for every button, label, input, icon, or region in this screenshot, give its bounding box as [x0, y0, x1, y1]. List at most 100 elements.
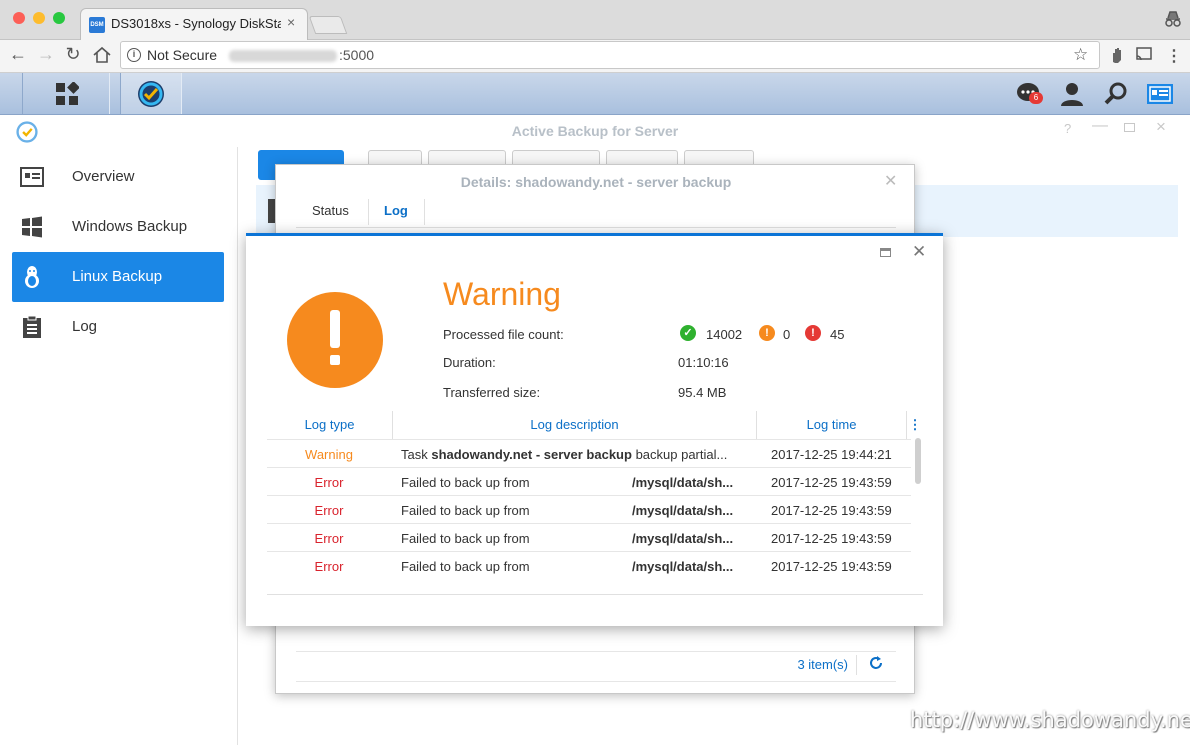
address-bar[interactable]: i Not Secure :5000 ☆: [120, 41, 1100, 69]
desc-task-name: shadowandy.net - server backup: [431, 447, 632, 462]
log-description: Task shadowandy.net - server backup back…: [401, 447, 755, 462]
success-count: 14002: [706, 327, 743, 342]
tab-log[interactable]: Log: [384, 203, 408, 218]
info-icon[interactable]: i: [127, 48, 141, 62]
details-close-icon[interactable]: ✕: [884, 171, 897, 191]
log-path: /mysql/data/sh...: [632, 475, 734, 490]
backup-result-popup: ✕ Warning Processed file count: Duration…: [246, 233, 943, 626]
app-title-bar: Active Backup for Server ? — ×: [0, 115, 1190, 147]
sidebar-item-overview[interactable]: Overview: [12, 152, 224, 202]
popup-close-icon[interactable]: ✕: [912, 242, 926, 262]
bookmark-star-icon[interactable]: ☆: [1073, 45, 1088, 65]
log-type: Warning: [305, 447, 353, 462]
dsm-favicon-icon: DSM: [89, 17, 105, 33]
bottom-divider: [296, 681, 896, 682]
column-header-log-description[interactable]: Log description: [393, 411, 757, 439]
maximize-popup-button[interactable]: [880, 248, 891, 257]
watermark: http://www.shadowandy.net: [910, 708, 1190, 732]
details-title: Details: shadowandy.net - server backup: [460, 174, 732, 190]
not-secure-label: Not Secure: [147, 47, 218, 63]
desc-prefix: Failed to back up from: [401, 559, 530, 574]
log-row[interactable]: Error Failed to back up from/mysql/data/s…: [267, 551, 911, 579]
error-count-icon: !: [805, 325, 821, 341]
log-time: 2017-12-25 19:43:59: [771, 503, 892, 518]
url-port: :5000: [339, 47, 375, 63]
sidebar: Overview Windows Backup Linux Backup Log: [0, 147, 238, 745]
app-title: Active Backup for Server: [511, 123, 679, 139]
minimize-window-button[interactable]: [33, 12, 45, 24]
tabs-underline: [296, 227, 896, 228]
log-type: Error: [314, 503, 344, 518]
log-time: 2017-12-25 19:43:59: [771, 559, 892, 574]
maximize-window-button[interactable]: [53, 12, 65, 24]
back-button[interactable]: ←: [6, 44, 30, 65]
main-menu-button[interactable]: [22, 73, 110, 114]
restore-app-button[interactable]: [1124, 123, 1135, 132]
log-row[interactable]: Error Failed to back up from/mysql/data/s…: [267, 523, 911, 551]
tab-status[interactable]: Status: [312, 203, 349, 218]
log-type: Error: [314, 559, 344, 574]
browser-tab-strip: DSM DS3018xs - Synology DiskStat ×: [0, 0, 1190, 40]
sidebar-item-linux-backup[interactable]: Linux Backup: [12, 252, 224, 302]
column-header-log-time[interactable]: Log time: [757, 411, 907, 439]
reload-button[interactable]: ↻: [61, 44, 85, 65]
help-button[interactable]: ?: [1064, 121, 1071, 136]
redacted-host: [229, 50, 337, 62]
refresh-icon[interactable]: [868, 655, 884, 671]
warning-count: 0: [783, 327, 791, 342]
tab-divider: [424, 199, 425, 225]
table-bottom-border: [267, 594, 923, 595]
success-check-icon: ✓: [680, 325, 696, 341]
log-type: Error: [314, 531, 344, 546]
forward-button[interactable]: →: [34, 44, 58, 65]
log-path: /mysql/data/sh...: [632, 559, 734, 574]
grid-apps-icon: [56, 82, 79, 105]
warning-icon: [287, 292, 383, 388]
widgets-icon[interactable]: [1146, 82, 1174, 106]
cast-icon[interactable]: [1135, 46, 1153, 62]
linux-icon: [25, 266, 39, 288]
incognito-icon: [1165, 11, 1181, 27]
browser-tab-title: DS3018xs - Synology DiskStat: [111, 16, 281, 31]
sidebar-item-windows-backup[interactable]: Windows Backup: [12, 202, 224, 252]
notification-badge: 6: [1029, 92, 1043, 104]
search-icon[interactable]: [1103, 82, 1129, 106]
home-icon[interactable]: [92, 46, 112, 64]
active-backup-taskbar-button[interactable]: [120, 73, 182, 114]
dsm-taskbar: 6: [0, 73, 1190, 115]
extension-hand-icon[interactable]: [1108, 46, 1126, 64]
minimize-app-button[interactable]: —: [1092, 117, 1108, 135]
desc-prefix: Failed to back up from: [401, 475, 530, 490]
processed-label: Processed file count:: [443, 327, 564, 342]
items-count: 3 item(s): [797, 657, 848, 672]
log-scrollbar[interactable]: [915, 438, 921, 484]
active-backup-icon: [138, 81, 164, 107]
close-window-button[interactable]: [13, 12, 25, 24]
close-app-button[interactable]: ×: [1156, 117, 1166, 137]
log-type: Error: [314, 475, 344, 490]
footer-divider: [296, 651, 896, 652]
footer-separator: [856, 655, 857, 675]
clipboard-icon: [23, 315, 41, 338]
column-header-log-type[interactable]: Log type: [267, 411, 393, 439]
browser-tab[interactable]: DSM DS3018xs - Synology DiskStat ×: [80, 8, 308, 40]
log-row[interactable]: Error Failed to back up from/mysql/data/s…: [267, 495, 911, 523]
column-menu-icon[interactable]: ⋮: [907, 411, 923, 439]
log-row[interactable]: Error Failed to back up from/mysql/data/s…: [267, 467, 911, 495]
warning-mark: [330, 310, 340, 348]
log-time: 2017-12-25 19:44:21: [771, 447, 892, 462]
log-row[interactable]: Warning Task shadowandy.net - server back…: [267, 439, 911, 467]
windows-icon: [22, 216, 42, 238]
duration-value: 01:10:16: [678, 355, 729, 370]
new-tab-button[interactable]: [308, 16, 348, 34]
user-icon[interactable]: [1060, 81, 1084, 107]
sidebar-item-log[interactable]: Log: [12, 302, 224, 352]
tab-close-icon[interactable]: ×: [287, 14, 295, 30]
menu-kebab-icon[interactable]: ⋮: [1166, 46, 1182, 66]
duration-label: Duration:: [443, 355, 496, 370]
desc-prefix: Failed to back up from: [401, 503, 530, 518]
warning-count-icon: !: [759, 325, 775, 341]
log-time: 2017-12-25 19:43:59: [771, 475, 892, 490]
error-count: 45: [830, 327, 845, 342]
sidebar-item-label: Windows Backup: [72, 218, 188, 235]
